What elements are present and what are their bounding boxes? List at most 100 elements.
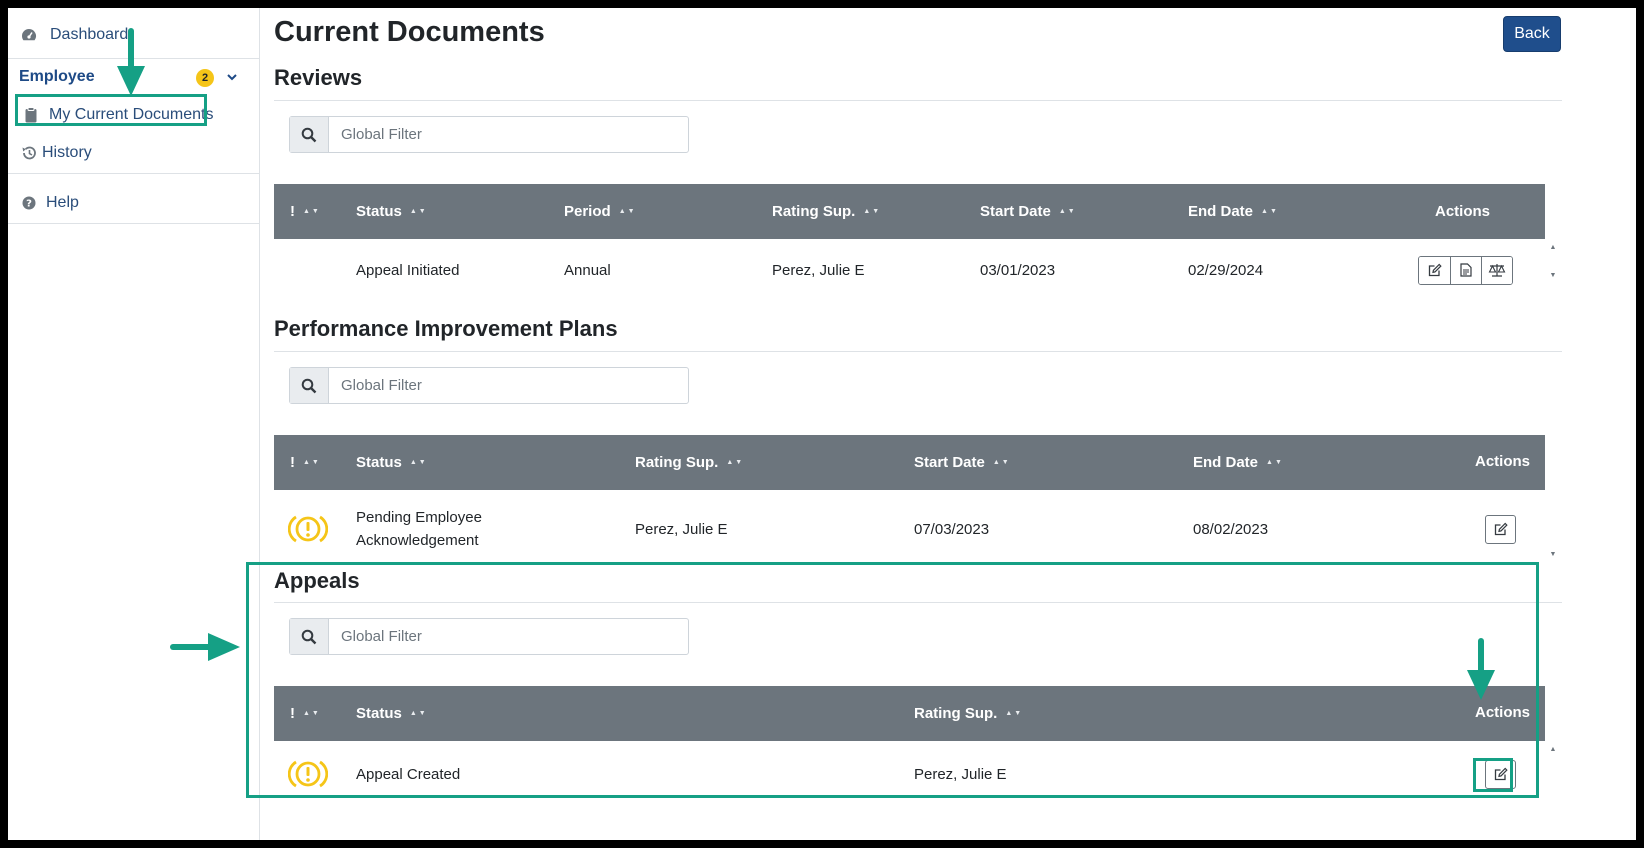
sort-icon: ▲▼ — [409, 710, 428, 717]
column-header-alert[interactable]: ! ▲▼ — [290, 435, 321, 490]
svg-text:?: ? — [26, 199, 32, 210]
column-header-rating-sup[interactable]: Rating Sup. ▲▼ — [772, 184, 881, 239]
cell-end-date: 08/02/2023 — [1193, 520, 1269, 538]
table-row: Appeal Initiated Annual Perez, Julie E 0… — [274, 239, 1545, 301]
edit-icon — [1494, 522, 1508, 536]
column-header-alert[interactable]: ! ▲▼ — [290, 686, 321, 741]
cell-rating-sup: Perez, Julie E — [772, 261, 865, 279]
sidebar: Dashboard Employee 2 My Current Document… — [8, 8, 260, 840]
column-header-end-date[interactable]: End Date ▲▼ — [1188, 184, 1279, 239]
sort-icon: ▲▼ — [1058, 208, 1077, 215]
sort-icon: ▲▼ — [863, 208, 882, 215]
edit-button[interactable] — [1419, 256, 1450, 284]
column-header-end-date[interactable]: End Date ▲▼ — [1193, 435, 1284, 490]
main-content: Current Documents Back Reviews !▲▼ Statu… — [266, 8, 1636, 840]
search-input[interactable] — [329, 117, 688, 152]
sort-icon: ▲▼ — [1005, 710, 1024, 717]
cell-status: Pending Employee Acknowledgement — [356, 509, 482, 549]
sidebar-item-history[interactable]: History — [8, 136, 260, 170]
edit-button[interactable] — [1485, 514, 1516, 544]
pips-table-header: ! ▲▼ Status ▲▼ Rating Sup. ▲▼ Start Date ▲▼ … — [274, 435, 1545, 490]
view-document-button[interactable] — [1450, 256, 1481, 284]
sidebar-item-employee[interactable]: Employee 2 — [8, 58, 260, 96]
cell-actions — [1485, 741, 1516, 807]
cell-end-date: 02/29/2024 — [1188, 261, 1264, 279]
cell-alert — [288, 490, 328, 568]
sort-icon: ▲▼ — [409, 459, 428, 466]
sort-icon: ▲▼ — [618, 208, 637, 215]
column-header-status[interactable]: Status ▲▼ — [356, 435, 428, 490]
column-header-start-date[interactable]: Start Date ▲▼ — [980, 184, 1077, 239]
divider — [8, 173, 260, 174]
column-header-actions: Actions — [1475, 453, 1531, 470]
dashboard-icon — [20, 26, 38, 44]
divider — [274, 351, 1562, 352]
sort-icon: ▲▼ — [992, 459, 1011, 466]
scale-icon — [1488, 264, 1506, 277]
reviews-table-header: ! ▲▼ Status ▲▼ Period ▲▼ Rating Sup. ▲▼ Star… — [274, 184, 1545, 239]
search-input[interactable] — [329, 368, 688, 403]
action-button-group — [1418, 255, 1513, 285]
cell-start-date: 07/03/2023 — [914, 520, 990, 538]
divider — [274, 100, 1562, 101]
sort-icon: ▲▼ — [303, 459, 321, 466]
sidebar-item-dashboard[interactable]: Dashboard — [8, 20, 260, 50]
sort-icon: ▲▼ — [1266, 459, 1284, 466]
reviews-global-filter — [289, 116, 689, 153]
sidebar-item-label: Help — [46, 194, 79, 211]
search-icon — [290, 619, 329, 654]
column-header-actions: Actions — [1475, 704, 1531, 721]
sidebar-item-label: Employee — [19, 68, 95, 85]
pips-global-filter — [289, 367, 689, 404]
cell-period: Annual — [564, 261, 611, 279]
edit-icon — [1494, 767, 1508, 781]
cell-rating-sup: Perez, Julie E — [914, 765, 1007, 783]
column-header-start-date[interactable]: Start Date ▲▼ — [914, 435, 1011, 490]
column-header-status[interactable]: Status ▲▼ — [356, 184, 428, 239]
sidebar-item-label: History — [42, 144, 92, 161]
help-icon: ? — [20, 194, 38, 212]
column-header-period[interactable]: Period ▲▼ — [564, 184, 637, 239]
table-row: Pending Employee Acknowledgement Perez, … — [274, 490, 1545, 568]
table-row: Appeal Created Perez, Julie E — [274, 741, 1545, 807]
column-header-actions: Actions — [1435, 203, 1491, 220]
search-icon — [290, 368, 329, 403]
back-button[interactable]: Back — [1503, 16, 1561, 52]
history-icon — [20, 144, 38, 162]
edit-button[interactable] — [1485, 759, 1516, 789]
search-icon — [290, 117, 329, 152]
scrollbar[interactable]: ▲ ▼ — [1546, 244, 1560, 279]
cell-rating-sup: Perez, Julie E — [635, 520, 728, 538]
column-header-status[interactable]: Status ▲▼ — [356, 686, 428, 741]
count-badge: 2 — [196, 69, 214, 87]
page-title: Current Documents — [274, 16, 545, 48]
cell-actions — [1418, 239, 1513, 301]
column-header-rating-sup[interactable]: Rating Sup. ▲▼ — [914, 686, 1023, 741]
edit-icon — [1428, 263, 1442, 277]
scrollbar[interactable]: ▲ — [1546, 746, 1560, 753]
sort-icon: ▲▼ — [1261, 208, 1279, 215]
sort-icon: ▲▼ — [303, 208, 321, 215]
cell-status: Appeal Created — [356, 765, 461, 783]
cell-alert — [288, 741, 328, 807]
alert-circle-icon — [288, 515, 328, 543]
document-icon — [1460, 263, 1472, 277]
scrollbar[interactable]: ▼ — [1546, 551, 1560, 558]
cell-start-date: 03/01/2023 — [980, 261, 1056, 279]
sidebar-item-my-current-documents[interactable]: My Current Documents — [8, 98, 260, 132]
divider — [8, 223, 260, 224]
cell-actions — [1485, 490, 1516, 568]
search-input[interactable] — [329, 619, 688, 654]
divider — [274, 602, 1562, 603]
appeal-button[interactable] — [1481, 256, 1512, 284]
column-header-rating-sup[interactable]: Rating Sup. ▲▼ — [635, 435, 744, 490]
sort-icon: ▲▼ — [409, 208, 428, 215]
column-header-alert[interactable]: ! ▲▼ — [290, 184, 321, 239]
sidebar-item-help[interactable]: ? Help — [8, 186, 260, 220]
section-title-appeals: Appeals — [274, 568, 360, 593]
sidebar-item-label: Dashboard — [50, 26, 129, 43]
chevron-down-icon — [226, 70, 238, 88]
alert-circle-icon — [288, 760, 328, 788]
appeals-table-header: ! ▲▼ Status ▲▼ Rating Sup. ▲▼ Actions — [274, 686, 1545, 741]
section-title-reviews: Reviews — [274, 65, 363, 90]
